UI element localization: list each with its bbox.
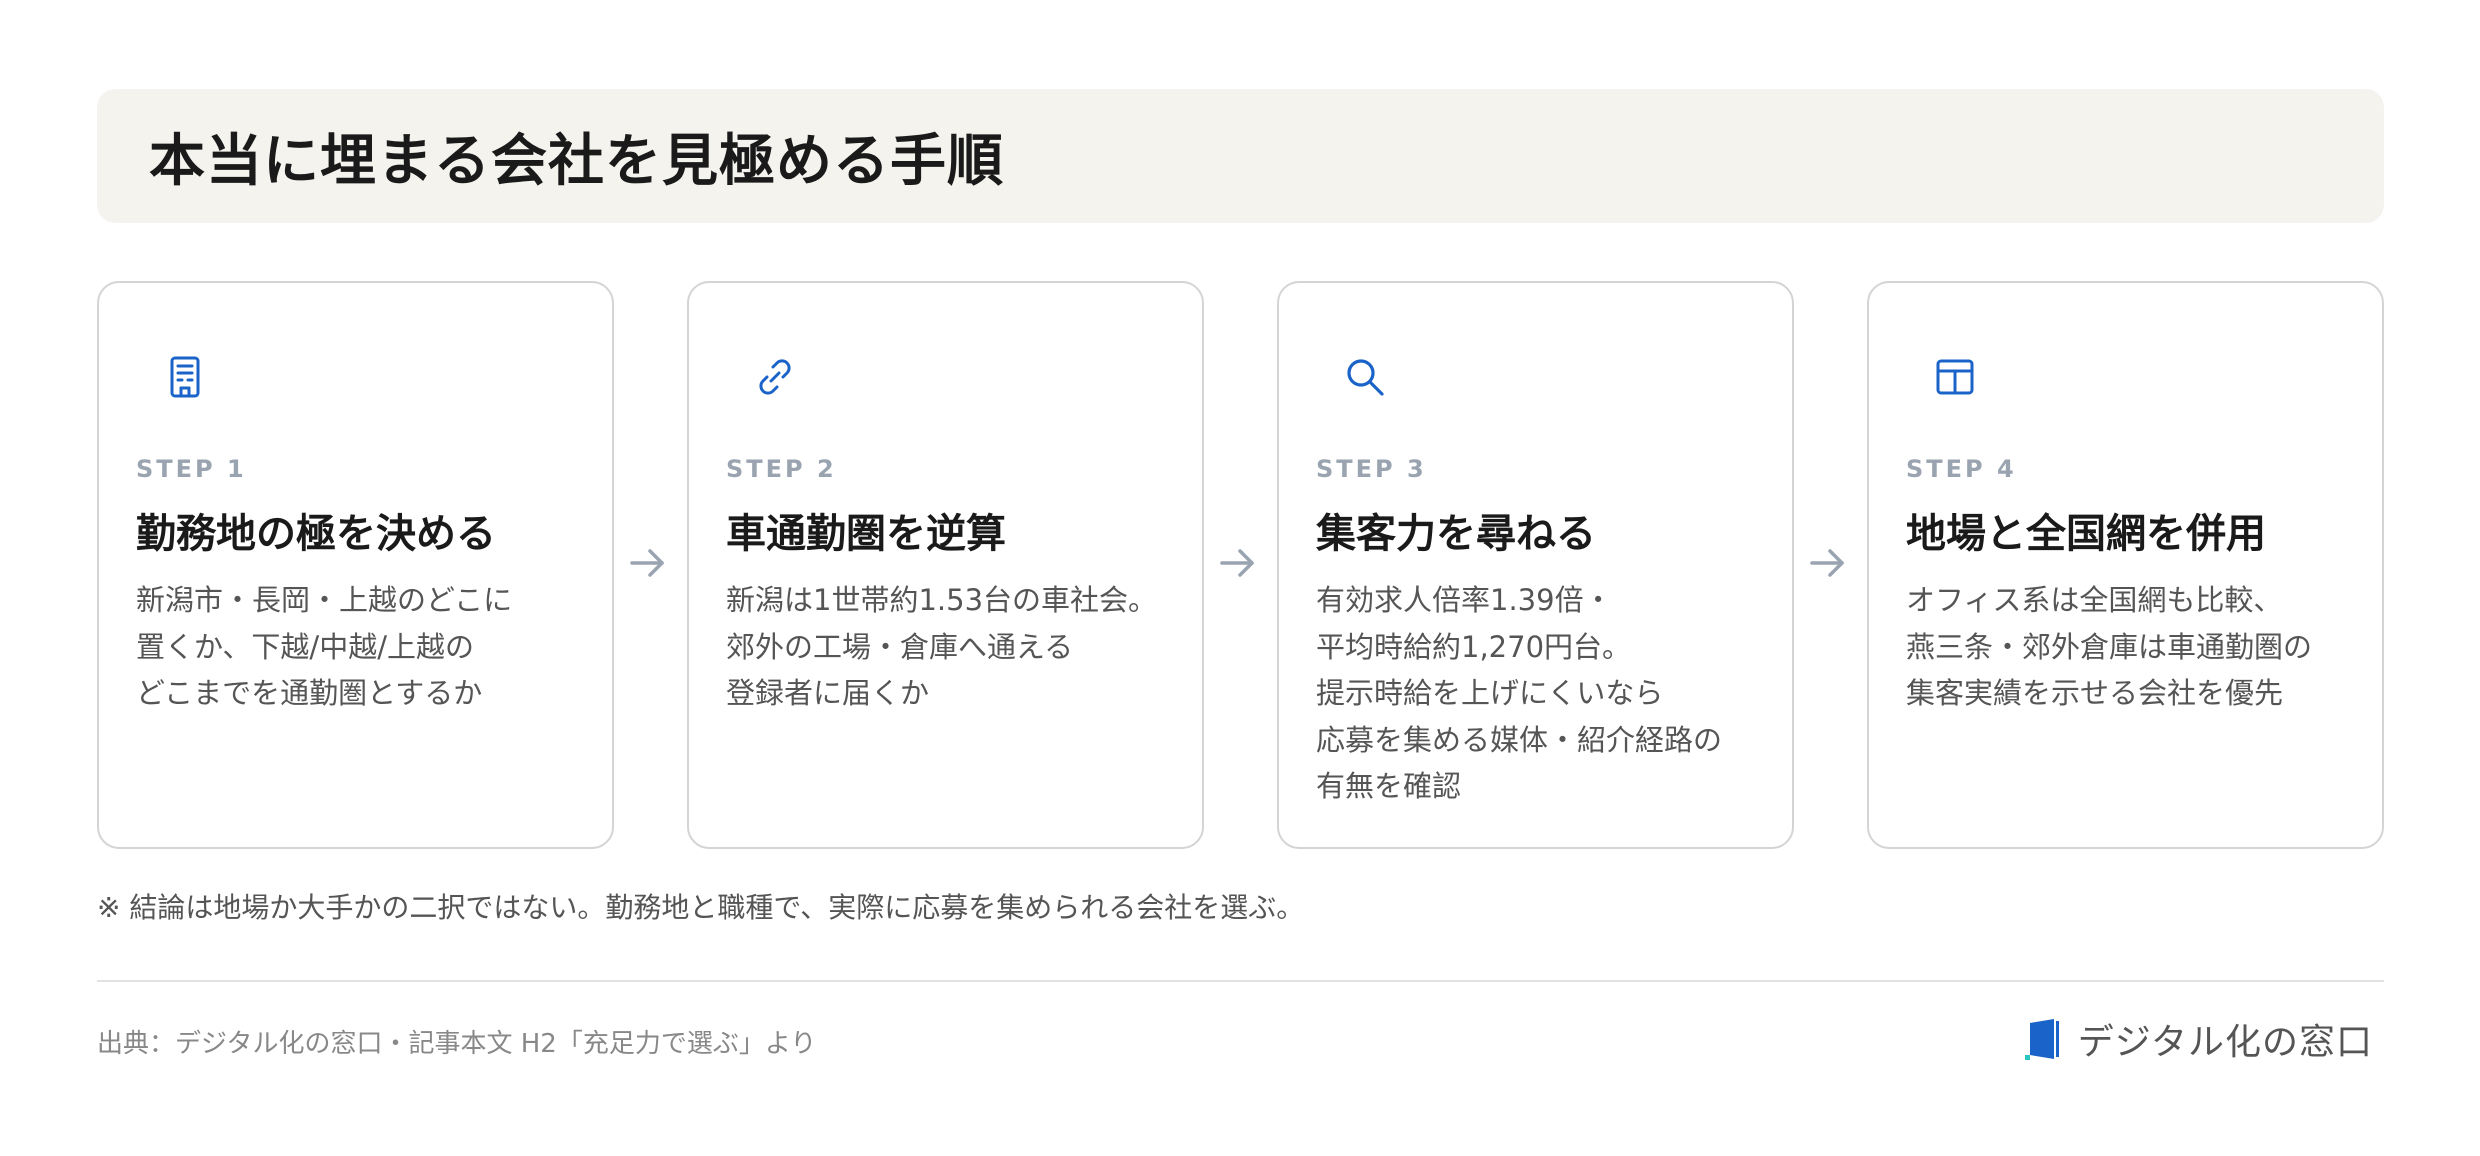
- step-label: STEP 2: [726, 455, 837, 483]
- conclusion-note: ※ 結論は地場か大手かの二択ではない。勤務地と職種で、実際に応募を集められる会社…: [97, 891, 1305, 924]
- step-card-1: STEP 1 勤務地の極を決める 新潟市・長岡・上越のどこに 置くか、下越/中越…: [97, 281, 614, 849]
- step-body-line: 平均時給約1,270円台。: [1316, 629, 1632, 664]
- link-icon: [751, 353, 799, 401]
- step-body-line: 置くか、下越/中越/上越の: [136, 629, 474, 664]
- title-band: 本当に埋まる会社を見極める手順: [97, 89, 2384, 223]
- step-card-4: STEP 4 地場と全国網を併用 オフィス系は全国網も比較、 燕三条・郊外倉庫は…: [1867, 281, 2384, 849]
- step-card-3: STEP 3 集客力を尋ねる 有効求人倍率1.39倍・ 平均時給約1,270円台…: [1277, 281, 1794, 849]
- step-body-line: 有無を確認: [1316, 769, 1462, 803]
- step-title: 地場と全国網を併用: [1906, 511, 2266, 557]
- step-body-line: 提示時給を上げにくいなら: [1316, 676, 1664, 710]
- step-body-line: 郊外の工場・倉庫へ通える: [726, 629, 1074, 664]
- step-label: STEP 4: [1906, 455, 2017, 483]
- step-label: STEP 3: [1316, 455, 1427, 483]
- step-body-line: 有効求人倍率1.39倍・: [1316, 583, 1613, 617]
- step-body: 新潟は1世帯約1.53台の車社会。 郊外の工場・倉庫へ通える 登録者に届くか: [726, 577, 1188, 717]
- step-body: オフィス系は全国網も比較、 燕三条・郊外倉庫は車通勤圏の 集客実績を示せる会社を…: [1906, 577, 2368, 717]
- arrow-right-icon: [1808, 543, 1848, 583]
- step-body-line: オフィス系は全国網も比較、: [1906, 583, 2283, 617]
- step-body-line: 応募を集める媒体・紹介経路の: [1316, 722, 1723, 757]
- step-body-line: 燕三条・郊外倉庫は車通勤圏の: [1906, 629, 2313, 664]
- search-icon: [1341, 353, 1389, 401]
- step-body-line: 登録者に届くか: [726, 676, 930, 710]
- step-card-2: STEP 2 車通勤圏を逆算 新潟は1世帯約1.53台の車社会。 郊外の工場・倉…: [687, 281, 1204, 849]
- step-body-line: 新潟市・長岡・上越のどこに: [136, 583, 513, 617]
- step-body-line: どこまでを通勤圏とするか: [136, 676, 483, 710]
- step-body-line: 集客実績を示せる会社を優先: [1906, 676, 2284, 710]
- arrow-right-icon: [628, 543, 668, 583]
- footer-divider: [97, 980, 2384, 982]
- step-title: 車通勤圏を逆算: [726, 511, 1006, 557]
- brand-logo-icon: [2024, 1015, 2064, 1063]
- step-label: STEP 1: [136, 455, 247, 483]
- step-body: 新潟市・長岡・上越のどこに 置くか、下越/中越/上越の どこまでを通勤圏とするか: [136, 577, 598, 717]
- source-citation: 出典：デジタル化の窓口・記事本文 H2「充足力で選ぶ」より: [97, 1029, 817, 1059]
- step-body-line: 新潟は1世帯約1.53台の車社会。: [726, 583, 1158, 617]
- step-body: 有効求人倍率1.39倍・ 平均時給約1,270円台。 提示時給を上げにくいなら …: [1316, 577, 1778, 810]
- table-grid-icon: [1931, 353, 1979, 401]
- step-title: 集客力を尋ねる: [1316, 511, 1596, 557]
- brand: デジタル化の窓口: [2024, 1014, 2373, 1064]
- arrow-right-icon: [1218, 543, 1258, 583]
- step-title: 勤務地の極を決める: [136, 511, 496, 557]
- building-icon: [161, 353, 209, 401]
- brand-name: デジタル化の窓口: [2077, 1022, 2373, 1063]
- page-title: 本当に埋まる会社を見極める手順: [149, 128, 1004, 194]
